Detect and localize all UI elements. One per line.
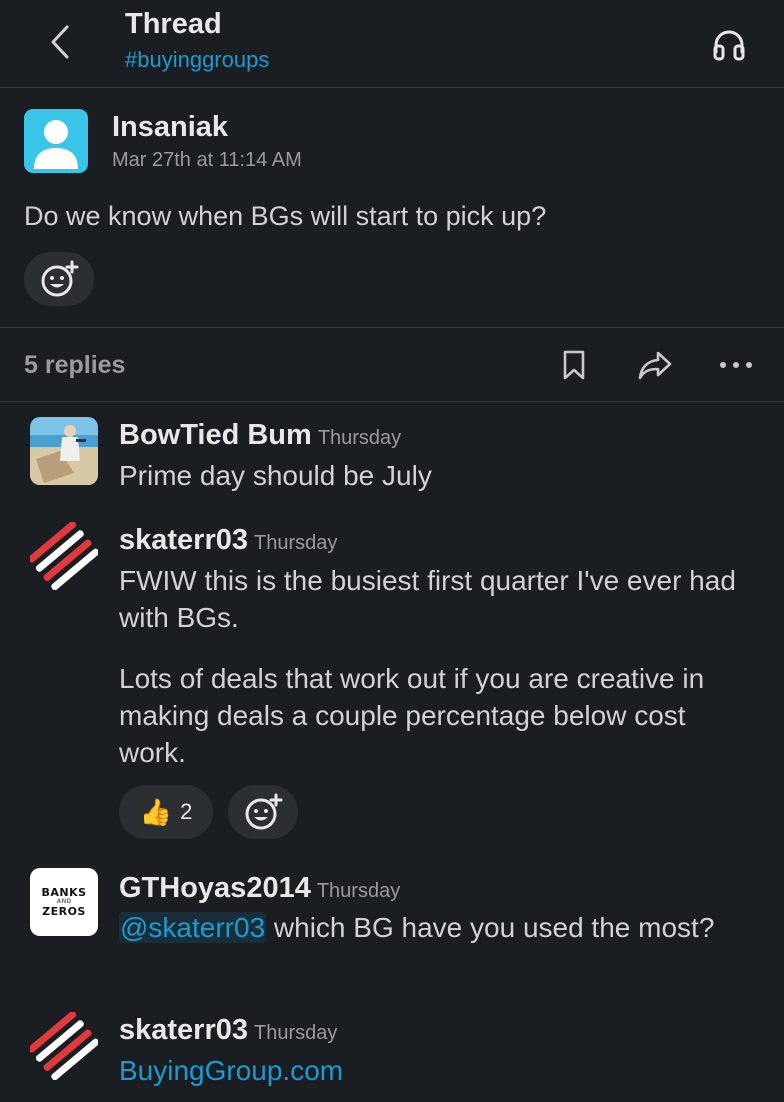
channel-link[interactable]: #buyinggroups (125, 47, 269, 73)
message-text: @skaterr03 which BG have you used the mo… (119, 909, 759, 946)
pinwheel-logo-avatar (30, 1012, 98, 1080)
author-name[interactable]: Insaniak (112, 111, 228, 144)
author-name[interactable]: skaterr03 Thursday (119, 524, 337, 557)
user-mention[interactable]: @skaterr03 (119, 912, 267, 943)
replies-bar: 5 replies (0, 329, 784, 402)
avatar[interactable] (30, 1012, 98, 1080)
timestamp: Thursday (254, 532, 338, 554)
message-link[interactable]: BuyingGroup.com (119, 1055, 343, 1086)
save-button[interactable] (552, 345, 596, 385)
reply-item: BANKS AND ZEROS GTHoyas2014 Thursday @ska… (0, 852, 784, 1002)
avatar[interactable] (30, 417, 98, 485)
reaction-count: 2 (180, 799, 193, 824)
timestamp: Mar 27th at 11:14 AM (112, 149, 302, 171)
author-name-text: skaterr03 (119, 1014, 248, 1046)
reply-item: skaterr03 Thursday FWIW this is the busie… (0, 502, 784, 852)
message-text: BuyingGroup.com (119, 1052, 759, 1089)
add-emoji-icon (41, 260, 79, 297)
huddle-button[interactable] (706, 22, 752, 66)
author-name-text: GTHoyas2014 (119, 872, 311, 904)
back-button[interactable] (40, 20, 80, 64)
thumbs-up-emoji: 👍 (139, 797, 173, 827)
reply-item: skaterr03 Thursday BuyingGroup.com (0, 1002, 784, 1102)
default-user-icon (34, 120, 78, 169)
message-text: Do we know when BGs will start to pick u… (24, 201, 547, 231)
author-name[interactable]: BowTied Bum Thursday (119, 419, 401, 452)
pinwheel-logo-avatar (30, 522, 98, 590)
replies-count: 5 replies (24, 351, 126, 379)
timestamp: Thursday (316, 880, 401, 902)
avatar[interactable]: BANKS AND ZEROS (30, 868, 98, 936)
thread-header: Thread #buyinggroups (0, 0, 784, 88)
message-text: Prime day should be July (119, 460, 432, 491)
add-reaction-button[interactable] (228, 785, 298, 839)
message-paragraph: FWIW this is the busiest first quarter I… (119, 565, 736, 633)
more-button[interactable] (714, 345, 758, 385)
share-button[interactable] (633, 345, 677, 385)
author-name-text: BowTied Bum (119, 419, 312, 451)
avatar[interactable] (24, 109, 88, 173)
author-name[interactable]: skaterr03 Thursday (119, 1014, 337, 1047)
page-title: Thread (125, 8, 222, 40)
author-name-text: skaterr03 (119, 524, 248, 556)
avatar-logo-text: ZEROS (42, 905, 86, 918)
author-name[interactable]: GTHoyas2014 Thursday (119, 872, 400, 905)
message-paragraph: Lots of deals that work out if you are c… (119, 663, 705, 768)
headphones-icon (713, 30, 745, 61)
reply-item: BowTied Bum Thursday Prime day should be … (0, 402, 784, 502)
chevron-left-icon (51, 25, 69, 59)
more-dots-icon (720, 362, 752, 368)
parent-message: Insaniak Mar 27th at 11:14 AM Do we know… (0, 89, 784, 328)
timestamp: Thursday (254, 1022, 338, 1044)
reaction-thumbs-up[interactable]: 👍 2 (119, 785, 213, 839)
bookmark-icon (563, 350, 585, 380)
timestamp: Thursday (317, 427, 402, 449)
avatar[interactable] (30, 522, 98, 590)
message-text-body: which BG have you used the most? (266, 912, 715, 943)
add-emoji-icon (245, 793, 283, 830)
add-reaction-button[interactable] (24, 252, 94, 306)
beach-photo-avatar (30, 417, 98, 485)
share-arrow-icon (638, 351, 672, 380)
